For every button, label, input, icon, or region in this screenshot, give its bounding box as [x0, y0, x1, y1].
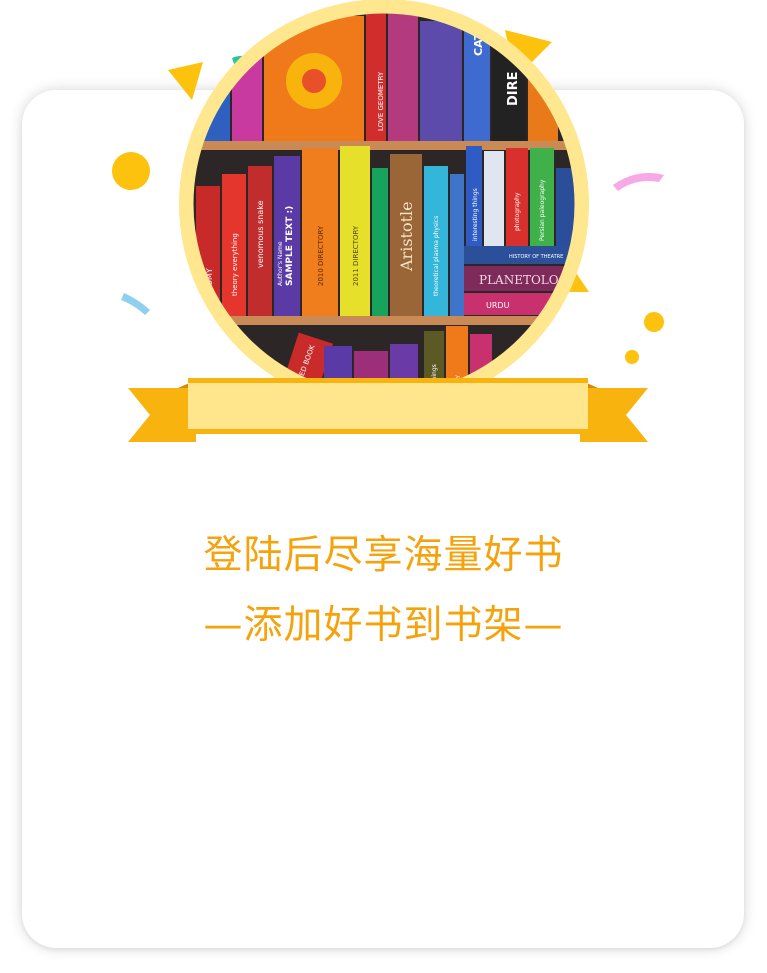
book-label-urdu: URDU — [486, 301, 510, 310]
confetti-streamer — [121, 293, 150, 315]
book-label-photography: photography — [514, 192, 521, 231]
book-label-plasma: theoretical plasma physics — [433, 216, 440, 296]
confetti-dot — [625, 350, 639, 364]
book-label-dir2010: 2010 DIRECTORY — [317, 225, 325, 286]
book-label-dir2011: 2011 DIRECTORY — [352, 225, 360, 286]
book-label-theatre: HISTORY OF THEATRE — [509, 254, 563, 260]
book-label-sample: SAMPLE TEXT :) — [285, 206, 295, 286]
book-label-venomous: venomous snake — [256, 200, 265, 268]
book-label-direct: DIRE — [506, 71, 521, 106]
book-label-geometry: LOVE GEOMETRY — [377, 71, 385, 131]
headline-line-2: —添加好书到书架— — [203, 603, 564, 648]
login-prompt-page: LOVE GEOMETRY CAT DIRE ATOMY theory ever… — [0, 0, 767, 973]
bookshelf-illustration: LOVE GEOMETRY CAT DIRE ATOMY theory ever… — [179, 0, 589, 409]
confetti-dot — [644, 312, 664, 332]
book-label-theory: theory everything — [231, 233, 239, 296]
book-label-author: Author's Name — [277, 241, 284, 286]
confetti-streamer — [613, 172, 664, 191]
confetti-dot — [112, 152, 150, 190]
ribbon-banner — [128, 378, 648, 442]
book-label-aristotle: Aristotle — [397, 201, 416, 272]
headline-line-1: 登陆后尽享海量好书 — [203, 533, 564, 578]
book-label-persian: Persian paleography — [539, 179, 546, 241]
book-label-interesting: interesting things — [472, 188, 479, 241]
